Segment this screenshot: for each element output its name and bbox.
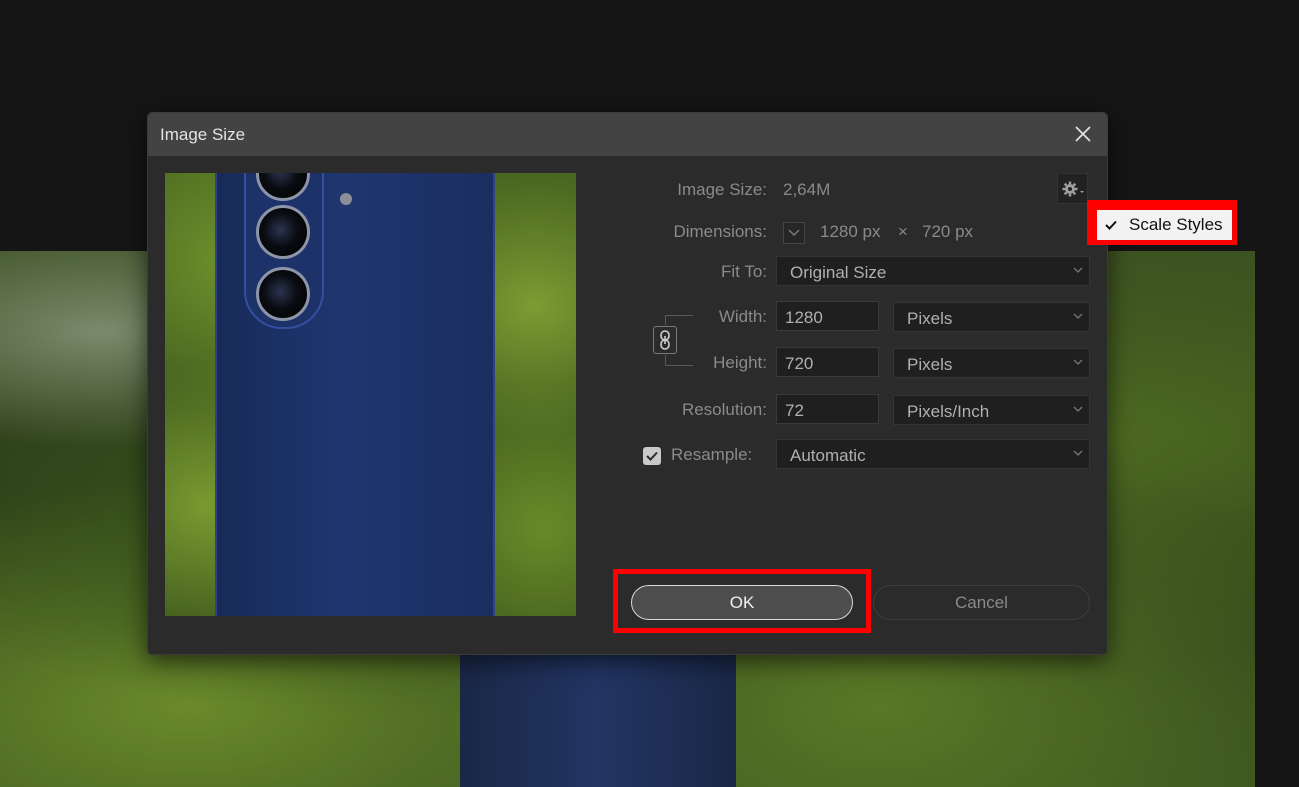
preview-phone-body bbox=[215, 173, 495, 616]
dimensions-height-value: 720 px bbox=[922, 222, 974, 241]
dimensions-label: Dimensions: bbox=[673, 222, 767, 241]
image-preview[interactable] bbox=[165, 173, 576, 616]
width-unit-select[interactable]: Pixels bbox=[893, 302, 1090, 332]
constrain-bracket bbox=[665, 315, 666, 325]
height-label: Height: bbox=[713, 353, 767, 372]
cancel-button[interactable]: Cancel bbox=[873, 585, 1090, 620]
resample-select[interactable]: Automatic bbox=[776, 439, 1090, 469]
resample-value: Automatic bbox=[790, 446, 866, 465]
width-unit-value: Pixels bbox=[907, 309, 953, 328]
image-size-value: 2,64M bbox=[783, 180, 831, 199]
chevron-down-icon bbox=[1073, 313, 1083, 319]
fit-to-label: Fit To: bbox=[721, 262, 767, 281]
preview-flash bbox=[340, 193, 352, 205]
height-unit-select[interactable]: Pixels bbox=[893, 348, 1090, 378]
close-icon bbox=[1075, 126, 1091, 142]
image-size-label: Image Size: bbox=[677, 180, 767, 199]
checkmark-icon bbox=[1105, 220, 1123, 230]
preview-lens bbox=[256, 205, 310, 259]
dimensions-width-value: 1280 px bbox=[820, 222, 881, 241]
chevron-down-icon bbox=[1073, 359, 1083, 365]
chain-link-icon bbox=[660, 330, 670, 350]
constrain-bracket bbox=[665, 315, 693, 316]
width-label: Width: bbox=[718, 307, 767, 326]
dialog-title: Image Size bbox=[160, 125, 246, 144]
chevron-down-icon bbox=[1073, 267, 1083, 273]
scale-styles-label: Scale Styles bbox=[1129, 215, 1223, 234]
background-phone-image bbox=[460, 640, 736, 787]
dimensions-unit-dropdown[interactable] bbox=[783, 222, 805, 244]
height-input[interactable]: 720 bbox=[776, 347, 879, 377]
scale-styles-menu-item[interactable]: Scale Styles bbox=[1097, 210, 1232, 240]
dialog-titlebar: Image Size bbox=[148, 113, 1107, 156]
ok-button-highlight bbox=[613, 569, 871, 633]
dimensions-times: × bbox=[898, 222, 908, 241]
resolution-input[interactable]: 72 bbox=[776, 394, 879, 424]
width-input[interactable]: 1280 bbox=[776, 301, 879, 331]
preview-camera-strip bbox=[244, 173, 324, 329]
resolution-label: Resolution: bbox=[681, 400, 767, 419]
resample-label: Resample: bbox=[671, 445, 753, 464]
chevron-down-icon bbox=[1073, 450, 1083, 456]
gear-icon bbox=[1062, 181, 1084, 196]
resolution-unit-value: Pixels/Inch bbox=[907, 402, 990, 421]
constrain-bracket bbox=[665, 355, 666, 365]
height-unit-value: Pixels bbox=[907, 355, 953, 374]
constrain-proportions-button[interactable] bbox=[653, 326, 677, 354]
preview-lens bbox=[256, 267, 310, 321]
resolution-unit-select[interactable]: Pixels/Inch bbox=[893, 395, 1090, 425]
checkmark-icon bbox=[646, 451, 658, 461]
settings-popup-menu: Scale Styles bbox=[1087, 200, 1237, 245]
preview-lens bbox=[256, 173, 310, 201]
fit-to-value: Original Size bbox=[790, 263, 887, 282]
close-button[interactable] bbox=[1071, 122, 1095, 146]
constrain-bracket bbox=[665, 365, 693, 366]
fit-to-select[interactable]: Original Size bbox=[776, 256, 1090, 286]
chevron-down-icon bbox=[1073, 406, 1083, 412]
resample-checkbox[interactable] bbox=[643, 447, 661, 465]
settings-gear-button[interactable] bbox=[1057, 173, 1088, 204]
chevron-down-icon bbox=[788, 229, 800, 237]
